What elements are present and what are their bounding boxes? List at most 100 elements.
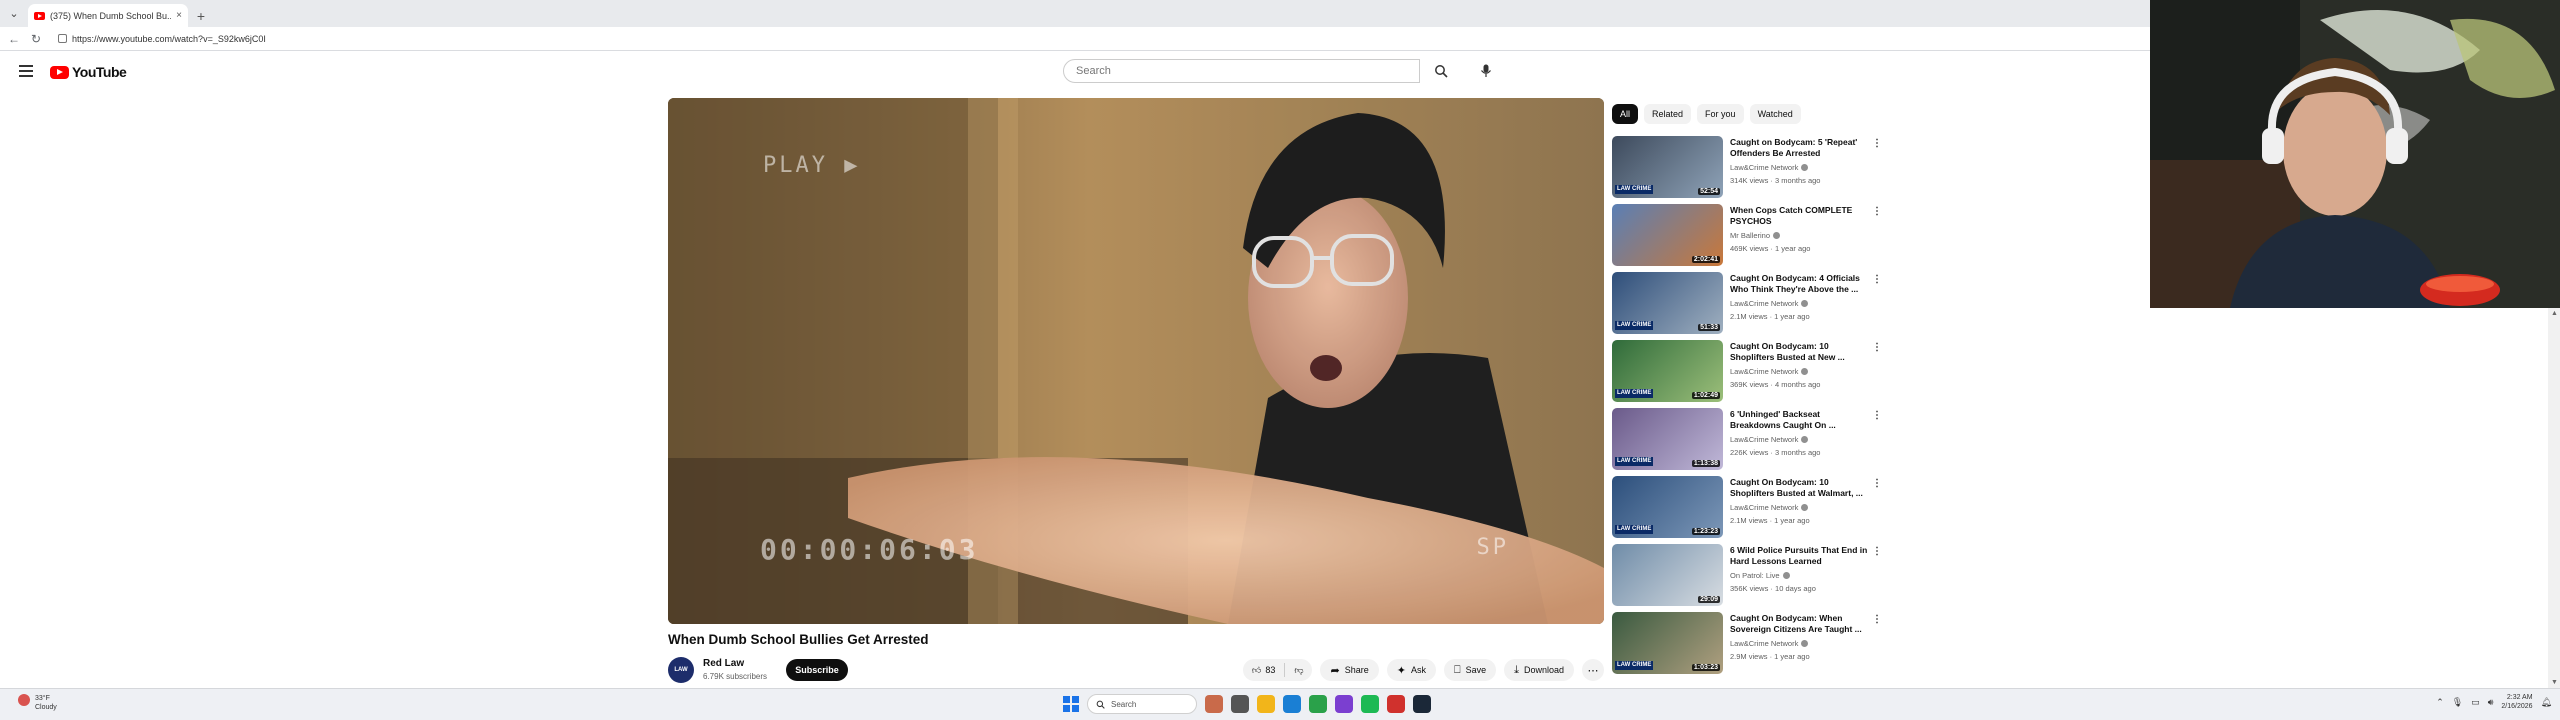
recommended-video[interactable]: 29:09 6 Wild Police Pursuits That End in …	[1612, 544, 1882, 612]
recommended-video[interactable]: 2:02:41 When Cops Catch COMPLETE PSYCHOS M…	[1612, 204, 1882, 272]
back-arrow-icon[interactable]: ←	[6, 31, 22, 47]
chip-related[interactable]: Related	[1644, 104, 1692, 124]
news-widget-icon[interactable]	[1205, 695, 1223, 713]
search-button[interactable]	[1420, 59, 1462, 83]
spotify-app-icon[interactable]	[1361, 695, 1379, 713]
video-player[interactable]: PLAY ▶ 00:00:06:03 SP	[668, 98, 1604, 624]
chip-watched[interactable]: Watched	[1749, 104, 1801, 124]
taskbar-clock[interactable]: 2:32 AM 2/16/2026	[2501, 693, 2532, 711]
site-info-icon[interactable]	[58, 34, 67, 43]
video-thumbnail[interactable]: LAW CRIME 1:03:23	[1612, 612, 1723, 674]
weather-widget[interactable]: 33°F Cloudy	[18, 694, 57, 712]
thumbnail-brand-badge: LAW CRIME	[1615, 525, 1654, 534]
more-actions-icon[interactable]: ⋯	[1582, 659, 1604, 681]
recommended-video-title[interactable]: Caught On Bodycam: 4 Officials Who Think…	[1730, 273, 1868, 295]
reload-icon[interactable]: ↻	[28, 31, 44, 47]
recommended-video[interactable]: LAW CRIME 52:54 Caught on Bodycam: 5 'Repe…	[1612, 136, 1882, 204]
chip-all[interactable]: All	[1612, 104, 1639, 124]
recommended-video-title[interactable]: Caught On Bodycam: 10 Shoplifters Busted…	[1730, 341, 1868, 363]
recommended-video-title[interactable]: 6 'Unhinged' Backseat Breakdowns Caught …	[1730, 409, 1868, 431]
share-button[interactable]: ➦ Share	[1320, 659, 1379, 681]
more-options-icon[interactable]: ⋮	[1872, 274, 1882, 285]
more-options-icon[interactable]: ⋮	[1872, 478, 1882, 489]
scroll-down-arrow-icon[interactable]: ▼	[2551, 679, 2558, 686]
page-scrollbar[interactable]: ▲ ▼	[2548, 308, 2560, 688]
like-button[interactable]: 👍︎ 83	[1243, 659, 1284, 681]
task-view-icon[interactable]	[1231, 695, 1249, 713]
video-thumbnail[interactable]: 29:09	[1612, 544, 1723, 606]
obs-app-icon[interactable]	[1387, 695, 1405, 713]
recommended-channel[interactable]: Law&Crime Network	[1730, 367, 1809, 376]
recommended-video[interactable]: LAW CRIME 1:03:23 Caught On Bodycam: When …	[1612, 612, 1882, 680]
volume-icon[interactable]: 🔊︎	[2488, 697, 2494, 708]
video-duration: 52:54	[1698, 188, 1720, 195]
browser-tab-youtube[interactable]: (375) When Dumb School Bu... ×	[28, 4, 188, 27]
video-thumbnail[interactable]: LAW CRIME 1:23:23	[1612, 476, 1723, 538]
recommended-channel[interactable]: On Patrol: Live	[1730, 571, 1790, 580]
video-thumbnail[interactable]: LAW CRIME 1:02:49	[1612, 340, 1723, 402]
microphone-tray-icon[interactable]: 🎙︎	[2452, 697, 2463, 708]
youtube-favicon-icon	[34, 11, 45, 20]
edge-browser-icon[interactable]	[1283, 695, 1301, 713]
video-thumbnail[interactable]: 2:02:41	[1612, 204, 1723, 266]
recommended-video[interactable]: LAW CRIME 51:33 Caught On Bodycam: 4 Offic…	[1612, 272, 1882, 340]
recommended-video-title[interactable]: When Cops Catch COMPLETE PSYCHOS	[1730, 205, 1868, 227]
more-options-icon[interactable]: ⋮	[1872, 614, 1882, 625]
file-explorer-icon[interactable]	[1257, 695, 1275, 713]
channel-avatar[interactable]: LAW	[668, 657, 694, 683]
recommended-video[interactable]: LAW CRIME 1:23:23 Caught On Bodycam: 10 Sh…	[1612, 476, 1882, 544]
network-icon[interactable]: ▭	[2471, 697, 2480, 708]
address-bar-row: ← ↻ https://www.youtube.com/watch?v=_S92…	[0, 27, 2150, 51]
url-field[interactable]: https://www.youtube.com/watch?v=_S92kw6j…	[50, 30, 1050, 48]
channel-name-link[interactable]: Red Law	[703, 658, 744, 669]
notification-bell-icon[interactable]: 🔔︎	[2541, 697, 2552, 708]
recommended-video-title[interactable]: Caught On Bodycam: When Sovereign Citize…	[1730, 613, 1868, 635]
recommended-video-title[interactable]: Caught on Bodycam: 5 'Repeat' Offenders …	[1730, 137, 1868, 159]
steam-app-icon[interactable]	[1413, 695, 1431, 713]
chip-for-you[interactable]: For you	[1697, 104, 1744, 124]
taskbar-search-box[interactable]: Search	[1087, 694, 1197, 714]
dislike-button[interactable]: 👎︎	[1285, 659, 1312, 681]
recommended-video-meta: 2.9M views · 1 year ago	[1730, 652, 1810, 661]
ask-button[interactable]: ✦ Ask	[1386, 659, 1436, 681]
more-options-icon[interactable]: ⋮	[1872, 138, 1882, 149]
recommended-channel[interactable]: Mr Ballerino	[1730, 231, 1781, 240]
video-thumbnail[interactable]: LAW CRIME 1:13:38	[1612, 408, 1723, 470]
subscribe-button[interactable]: Subscribe	[786, 659, 848, 681]
scroll-up-arrow-icon[interactable]: ▲	[2551, 310, 2558, 317]
save-button[interactable]: ⎕ Save	[1443, 659, 1497, 681]
video-thumbnail[interactable]: LAW CRIME 51:33	[1612, 272, 1723, 334]
youtube-logo[interactable]: YouTube	[50, 64, 127, 80]
verified-check-icon	[1801, 640, 1809, 647]
tab-close-icon[interactable]: ×	[176, 10, 182, 21]
recommended-video[interactable]: LAW CRIME 1:02:49 Caught On Bodycam: 10 Sh…	[1612, 340, 1882, 408]
discord-app-icon[interactable]	[1335, 695, 1353, 713]
search-input[interactable]: Search	[1063, 59, 1420, 83]
recommended-channel[interactable]: Law&Crime Network	[1730, 163, 1809, 172]
tab-list-dropdown[interactable]: ⌄	[0, 0, 28, 27]
chrome-browser-icon[interactable]	[1309, 695, 1327, 713]
voice-search-button[interactable]	[1474, 59, 1498, 83]
new-tab-button[interactable]: +	[188, 4, 214, 27]
recommended-channel[interactable]: Law&Crime Network	[1730, 503, 1809, 512]
video-thumbnail[interactable]: LAW CRIME 52:54	[1612, 136, 1723, 198]
recommended-channel[interactable]: Law&Crime Network	[1730, 299, 1809, 308]
recommended-channel-name: Law&Crime Network	[1730, 639, 1799, 648]
recommended-video[interactable]: LAW CRIME 1:13:38 6 'Unhinged' Backseat Br…	[1612, 408, 1882, 476]
download-button[interactable]: ⤓ Download	[1504, 659, 1574, 681]
recommended-video-title[interactable]: 6 Wild Police Pursuits That End in Hard …	[1730, 545, 1868, 567]
video-title: When Dumb School Bullies Get Arrested	[668, 632, 929, 647]
vhs-play-overlay: PLAY ▶	[763, 153, 861, 178]
hamburger-menu-icon[interactable]	[19, 65, 33, 77]
thumbnail-brand-badge: LAW CRIME	[1615, 389, 1654, 398]
recommended-video-title[interactable]: Caught On Bodycam: 10 Shoplifters Busted…	[1730, 477, 1868, 499]
more-options-icon[interactable]: ⋮	[1872, 342, 1882, 353]
more-options-icon[interactable]: ⋮	[1872, 206, 1882, 217]
windows-start-icon[interactable]	[1063, 696, 1079, 712]
recommended-channel[interactable]: Law&Crime Network	[1730, 639, 1809, 648]
more-options-icon[interactable]: ⋮	[1872, 546, 1882, 557]
recommended-video-meta: 356K views · 10 days ago	[1730, 584, 1816, 593]
tray-overflow-chevron-icon[interactable]: ⌃	[2436, 697, 2444, 708]
more-options-icon[interactable]: ⋮	[1872, 410, 1882, 421]
recommended-channel[interactable]: Law&Crime Network	[1730, 435, 1809, 444]
